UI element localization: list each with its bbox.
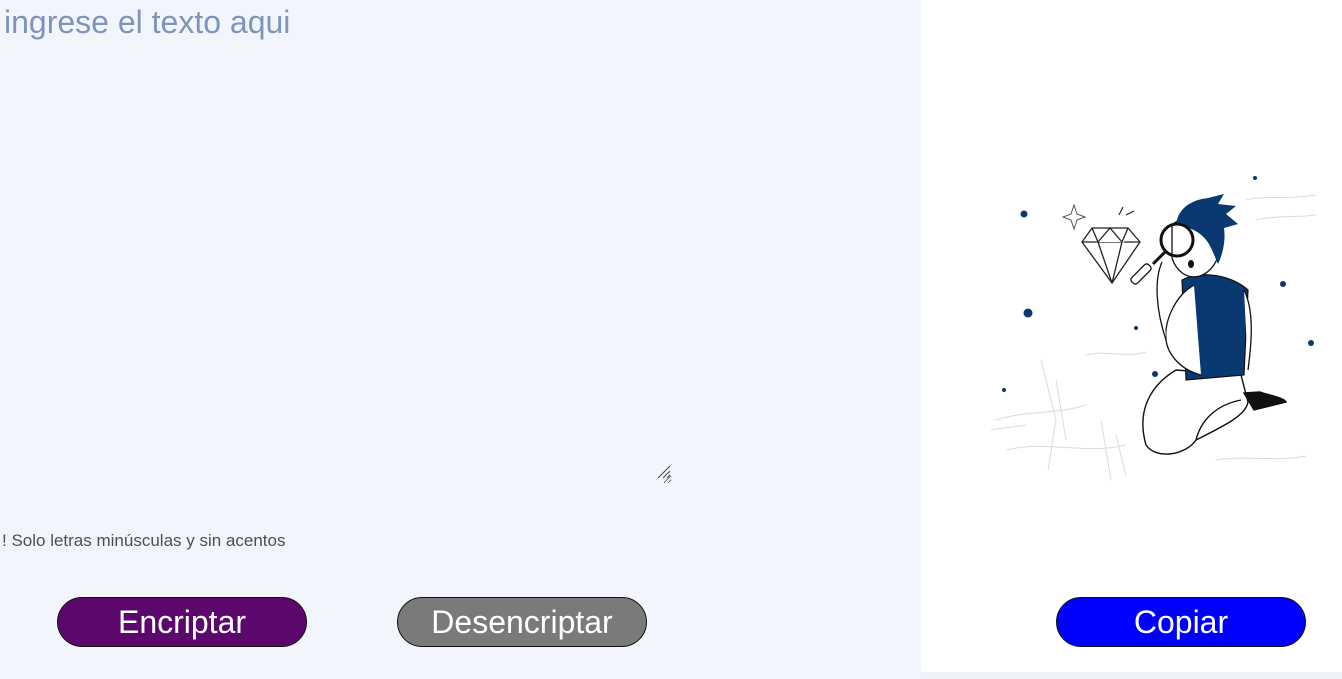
decrypt-button[interactable]: Desencriptar: [397, 597, 647, 647]
copy-button[interactable]: Copiar: [1056, 597, 1306, 647]
encrypt-button[interactable]: Encriptar: [57, 597, 307, 647]
output-panel-bottom-strip: [921, 672, 1342, 679]
person-with-magnifying-glass-and-diamond-illustration: [990, 176, 1317, 481]
text-input[interactable]: [0, 0, 672, 484]
warning-text: ! Solo letras minúsculas y sin acentos: [2, 531, 286, 550]
input-panel: ! Solo letras minúsculas y sin acentos E…: [0, 0, 921, 679]
resize-handle-icon[interactable]: [655, 463, 671, 479]
